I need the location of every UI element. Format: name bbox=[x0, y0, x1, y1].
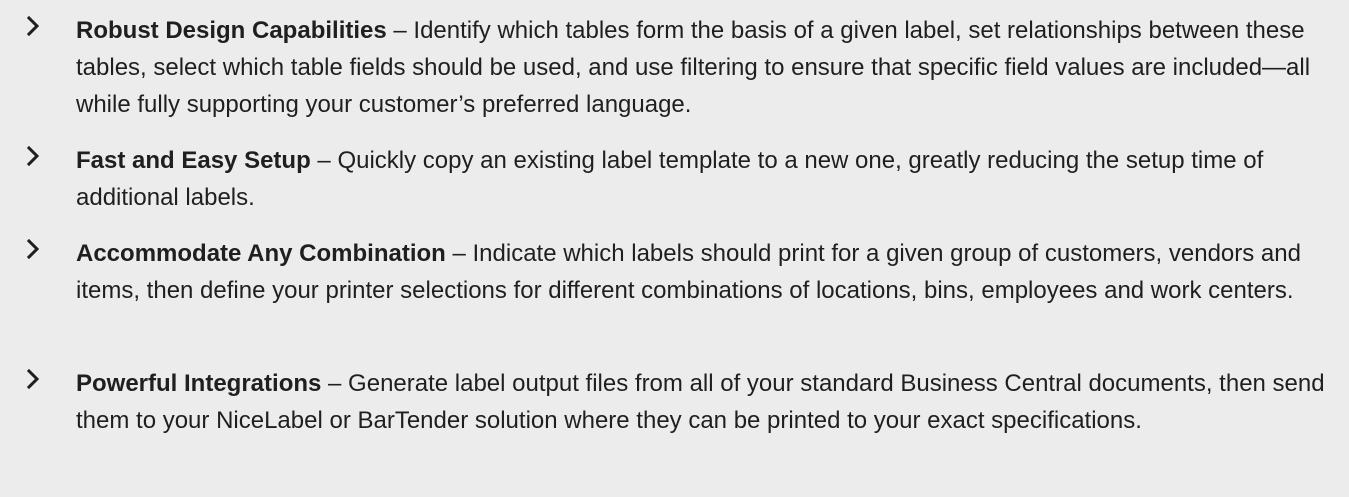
chevron-right-icon bbox=[0, 12, 76, 36]
feature-text: Robust Design Capabilities – Identify wh… bbox=[76, 12, 1342, 123]
feature-text: Powerful Integrations – Generate label o… bbox=[76, 365, 1342, 439]
feature-item-robust-design: Robust Design Capabilities – Identify wh… bbox=[0, 12, 1349, 123]
feature-title: Robust Design Capabilities bbox=[76, 17, 387, 44]
feature-text: Accommodate Any Combination – Indicate w… bbox=[76, 235, 1342, 309]
feature-item-accommodate-combination: Accommodate Any Combination – Indicate w… bbox=[0, 235, 1349, 309]
feature-separator: – bbox=[310, 147, 338, 174]
feature-item-fast-setup: Fast and Easy Setup – Quickly copy an ex… bbox=[0, 142, 1349, 216]
feature-item-powerful-integrations: Powerful Integrations – Generate label o… bbox=[0, 365, 1349, 439]
chevron-right-icon bbox=[0, 365, 76, 389]
feature-separator: – bbox=[445, 240, 473, 267]
chevron-right-icon bbox=[0, 235, 76, 259]
feature-title: Fast and Easy Setup bbox=[76, 147, 311, 174]
chevron-right-icon bbox=[0, 142, 76, 166]
feature-title: Powerful Integrations bbox=[76, 370, 322, 397]
feature-text: Fast and Easy Setup – Quickly copy an ex… bbox=[76, 142, 1342, 216]
feature-separator: – bbox=[386, 17, 414, 44]
feature-separator: – bbox=[321, 370, 349, 397]
feature-title: Accommodate Any Combination bbox=[76, 240, 446, 267]
